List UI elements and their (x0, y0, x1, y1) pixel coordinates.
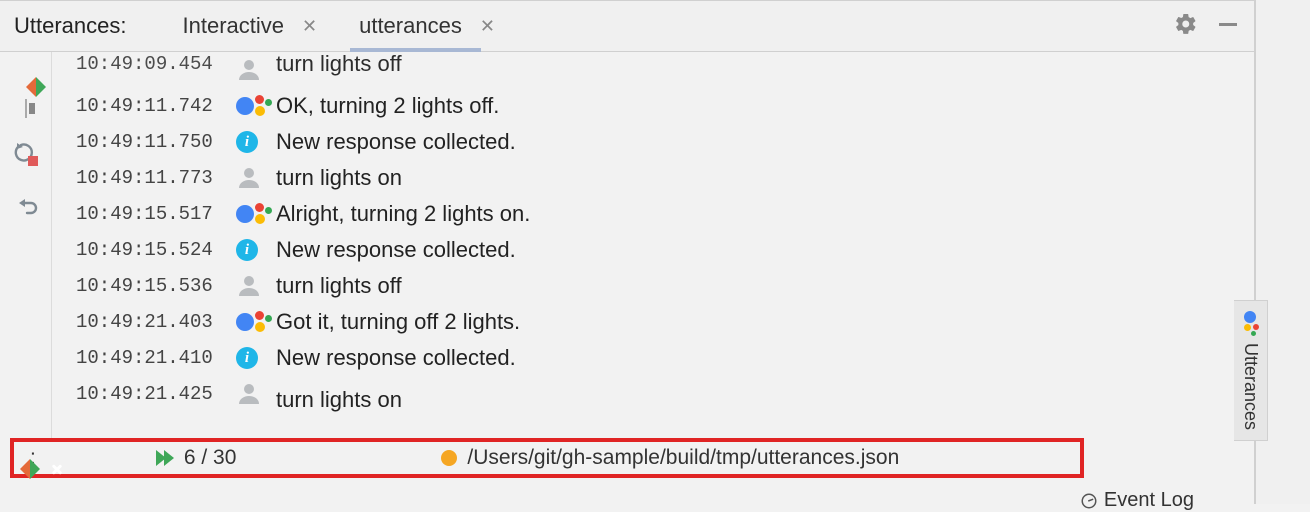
assistant-logo-icon (236, 203, 266, 225)
log-message: New response collected. (276, 340, 516, 376)
info-icon: i (236, 347, 258, 369)
tab-close-icon[interactable]: ✕ (480, 16, 495, 37)
layout-icon[interactable] (25, 100, 27, 118)
right-sidebar: Utterances (1255, 0, 1310, 504)
event-log-label: Event Log (1104, 489, 1194, 512)
log-message: Got it, turning off 2 lights. (276, 304, 520, 340)
log-timestamp: 10:49:21.403 (76, 304, 236, 340)
assistant-logo-icon (1242, 311, 1260, 335)
tab-interactive[interactable]: Interactive ✕ (177, 1, 324, 51)
assistant-logo-icon (236, 311, 266, 333)
log-timestamp: 10:49:21.425 (76, 376, 236, 412)
log-timestamp: 10:49:11.742 (76, 88, 236, 124)
file-path-group: /Users/git/gh-sample/build/tmp/utterance… (441, 446, 899, 470)
log-row: 10:49:11.750i New response collected. (76, 124, 1244, 160)
progress-count: 6 / 30 (184, 446, 237, 470)
info-icon: i (236, 131, 258, 153)
log-message: New response collected. (276, 232, 516, 268)
progress-group: 6 / 30 (156, 446, 237, 470)
log-timestamp: 10:49:09.454 (76, 52, 236, 82)
log-row: 10:49:15.524i New response collected. (76, 232, 1244, 268)
gear-icon[interactable] (1174, 12, 1198, 41)
right-tab-label: Utterances (1240, 343, 1261, 430)
event-log-icon (1080, 492, 1098, 510)
left-toolbar (0, 52, 52, 460)
log-timestamp: 10:49:15.536 (76, 268, 236, 304)
tab-label: utterances (359, 13, 462, 39)
minimize-icon[interactable] (1216, 12, 1240, 41)
status-dot-icon (441, 450, 457, 466)
log-row: 10:49:15.536 turn lights off (76, 268, 1244, 304)
log-row: 10:49:21.403 Got it, turning off 2 lights… (76, 304, 1244, 340)
log-row: 10:49:15.517 Alright, turning 2 lights on… (76, 196, 1244, 232)
file-path: /Users/git/gh-sample/build/tmp/utterance… (467, 446, 899, 470)
log-row: 10:49:21.425turn lights on (76, 376, 1244, 412)
log-message: Alright, turning 2 lights on. (276, 196, 530, 232)
run-fast-icon[interactable] (156, 450, 174, 466)
tab-bar: Utterances: Interactive ✕ utterances ✕ (0, 0, 1254, 52)
right-tab-utterances[interactable]: Utterances (1234, 300, 1268, 441)
log-row: 10:49:21.410i New response collected. (76, 340, 1244, 376)
log-message: turn lights off (276, 52, 402, 82)
panel-title: Utterances: (14, 13, 127, 39)
event-log-button[interactable]: Event Log (1080, 489, 1194, 512)
log-message: turn lights on (276, 160, 402, 196)
log-message: OK, turning 2 lights off. (276, 88, 499, 124)
utterances-panel: Utterances: Interactive ✕ utterances ✕ (0, 0, 1255, 504)
tab-utterances[interactable]: utterances ✕ (353, 1, 501, 51)
log-timestamp: 10:49:11.773 (76, 160, 236, 196)
log-timestamp: 10:49:21.410 (76, 340, 236, 376)
status-bar: : 6 / 30 /Users/git/gh-sample/build/tmp/… (10, 438, 1084, 478)
log-message: turn lights on (276, 382, 402, 418)
log-message: turn lights off (276, 268, 402, 304)
log-row: 10:49:11.773 turn lights on (76, 160, 1244, 196)
log-timestamp: 10:49:15.524 (76, 232, 236, 268)
user-icon (236, 166, 262, 190)
tab-close-icon[interactable]: ✕ (302, 16, 317, 37)
tab-label: Interactive (183, 13, 285, 39)
info-icon: i (236, 239, 258, 261)
rerun-stop-icon[interactable] (14, 142, 38, 171)
user-icon (236, 58, 262, 82)
undo-icon[interactable] (14, 195, 38, 224)
log-row: 10:49:11.742 OK, turning 2 lights off. (76, 88, 1244, 124)
panel-body: 10:49:09.454 turn lights off 10:49:11.742 O… (0, 52, 1254, 460)
log-timestamp: 10:49:15.517 (76, 196, 236, 232)
assistant-logo-icon (236, 95, 266, 117)
log-view[interactable]: 10:49:09.454 turn lights off 10:49:11.742 O… (52, 52, 1254, 460)
log-timestamp: 10:49:11.750 (76, 124, 236, 160)
user-icon (236, 382, 262, 406)
log-message: New response collected. (276, 124, 516, 160)
log-row: 10:49:09.454 turn lights off (76, 52, 1244, 88)
user-icon (236, 274, 262, 298)
